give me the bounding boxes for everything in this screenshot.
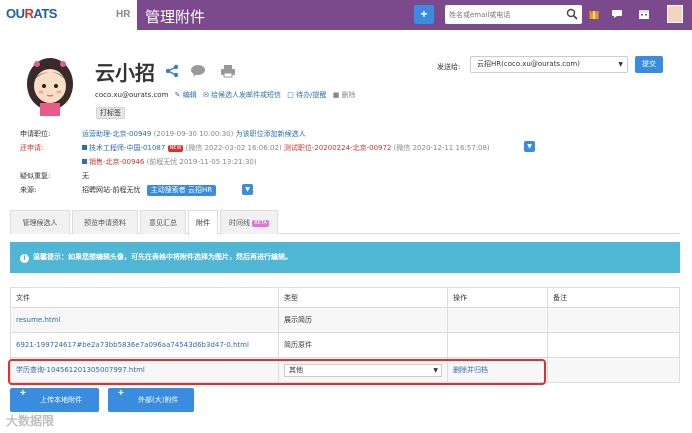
ourats-logo[interactable]: OURATS	[6, 6, 57, 21]
duplicate-row: 疑似重复: 无	[20, 172, 89, 180]
applied-job-link[interactable]: 运营助理-北京-00949	[82, 130, 151, 138]
comment-icon[interactable]	[190, 64, 208, 78]
source-row: 来源: 招聘网站-前程无忧 主动搜索者 云招HR	[20, 185, 217, 196]
todo-reminder-link[interactable]: □ 待办/提醒	[287, 91, 326, 99]
info-icon: i	[20, 254, 29, 263]
file-type: 展示简历	[278, 307, 448, 333]
candidate-contact-line: coco.xu@ourats.com ✎ 编辑 ✉ 给候选人发邮件或短信 □ 待…	[95, 90, 356, 100]
source-dropdown-button[interactable]: ▼	[242, 184, 253, 195]
applied-row: 申请职位: 运营助理-北京-00949 (2019-09-30 10:00:30)…	[20, 130, 306, 138]
tab-preview[interactable]: 预览申请资料	[72, 210, 138, 234]
plus-icon: +	[118, 388, 124, 399]
highlight-box	[8, 359, 546, 385]
table-row: 6921-199724617#be2a73bb5836e7a096aa74543…	[10, 332, 680, 358]
tip-alert: i 温馨提示：如果您想编辑头像，可先在表格中将附件选择为图片，然后再进行编辑。	[10, 242, 680, 273]
tab-attachments[interactable]: 附件	[188, 210, 218, 235]
candidate-avatar	[27, 58, 73, 116]
column-header-note: 备注	[547, 287, 680, 308]
logo-area: OURATS HR	[0, 0, 137, 30]
send-message-link[interactable]: ✉ 给候选人发邮件或短信	[203, 91, 281, 99]
chat-icon[interactable]	[612, 8, 624, 20]
column-header-action: 操作	[447, 287, 548, 308]
file-note	[547, 332, 680, 358]
global-search	[445, 5, 582, 24]
file-link[interactable]: resume.html	[16, 316, 60, 324]
tab-bar: 管理候选人 预览申请资料 意见汇总 附件 时间线 BETA	[10, 210, 680, 235]
file-action	[447, 307, 548, 333]
column-header-type: 类型	[278, 287, 448, 308]
top-navigation-bar: OURATS HR 管理附件 +	[0, 0, 692, 30]
forward-label: 发送给:	[437, 63, 461, 71]
also-job-link[interactable]: 测试职位-20200224-北京-00972	[284, 144, 391, 152]
print-icon[interactable]	[220, 64, 236, 78]
tag-button[interactable]: 打标签	[96, 107, 125, 119]
add-button[interactable]: +	[414, 5, 434, 24]
submit-button[interactable]: 提交	[635, 56, 663, 73]
source-button[interactable]: 主动搜索者 云招HR	[146, 185, 217, 196]
file-note	[547, 357, 680, 383]
table-header-row: 文件 类型 操作 备注	[10, 287, 680, 308]
tab-opinions[interactable]: 意见汇总	[140, 210, 186, 234]
hr-label: HR	[116, 9, 131, 20]
file-link[interactable]: 6921-199724617#be2a73bb5836e7a096aa74543…	[16, 341, 249, 349]
user-avatar[interactable]	[667, 5, 683, 23]
new-badge: NEW	[167, 145, 184, 152]
file-type: 简历原件	[278, 332, 448, 358]
upload-local-button[interactable]: + 上传本地附件	[10, 388, 99, 412]
upload-external-button[interactable]: + 外部(大)附件	[108, 388, 194, 412]
chevron-down-icon: ▼	[618, 61, 623, 68]
plus-icon: +	[20, 388, 26, 399]
also-job-link[interactable]: 技术工程师-中国-01087	[89, 144, 165, 152]
file-action	[447, 332, 548, 358]
also-job-link[interactable]: 销售-北京-00946	[89, 158, 144, 166]
search-input[interactable]	[449, 8, 559, 21]
tab-manage[interactable]: 管理候选人	[10, 210, 70, 234]
candidate-name: 云小招	[95, 61, 155, 85]
share-icon[interactable]	[165, 64, 179, 78]
expand-button[interactable]: ▼	[524, 141, 535, 152]
also-applied-row: 还申请: 技术工程师-中国-01087 NEW (微信 2022-03-02 16…	[20, 144, 490, 152]
page-title: 管理附件	[145, 8, 206, 26]
add-candidate-link[interactable]: 为该职位添加新候选人	[236, 130, 306, 138]
delete-link[interactable]: ■ 删除	[333, 91, 356, 99]
calendar-icon[interactable]	[638, 8, 650, 20]
search-icon[interactable]	[566, 8, 578, 20]
forward-recipient-select[interactable]: 云招HR(coco.xu@ourats.com) ▼	[470, 56, 628, 73]
edit-link[interactable]: ✎ 编辑	[175, 91, 197, 99]
gift-icon[interactable]	[588, 8, 600, 20]
candidate-email: coco.xu@ourats.com	[95, 91, 169, 99]
column-header-file: 文件	[10, 287, 279, 308]
tab-timeline[interactable]: 时间线 BETA	[220, 210, 278, 234]
also-applied-row-2: 销售-北京-00946 (前程无忧 2019-11-05 13:21:30)	[20, 157, 257, 167]
file-note	[547, 307, 680, 333]
table-row: resume.html 展示简历	[10, 307, 680, 333]
watermark: 大数据限	[6, 414, 55, 428]
beta-badge: BETA	[252, 220, 269, 227]
alert-text: 温馨提示：如果您想编辑头像，可先在表格中将附件选择为图片，然后再进行编辑。	[33, 253, 292, 261]
